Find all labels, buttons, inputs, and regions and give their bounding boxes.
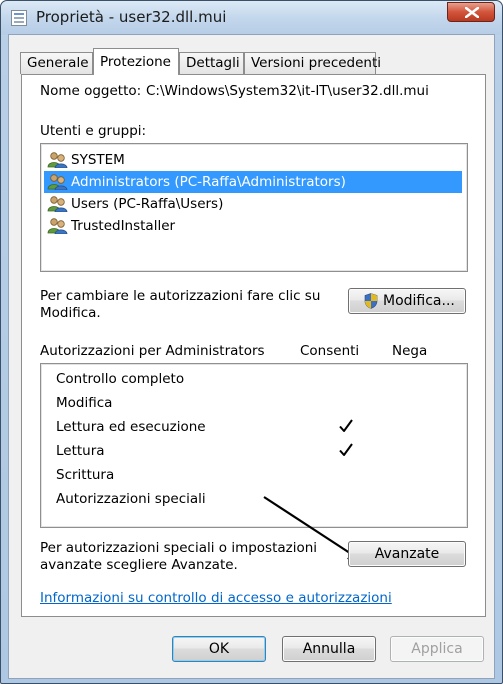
- permission-row-read-execute: Lettura ed esecuzione: [56, 415, 366, 439]
- tab-dettagli[interactable]: Dettagli: [179, 52, 244, 74]
- permission-name: Controllo completo: [56, 371, 185, 387]
- permissions-list[interactable]: Controllo completo Modifica Lettura ed e…: [40, 363, 468, 528]
- close-icon: [465, 7, 479, 18]
- title-bar[interactable]: Proprietà - user32.dll.mui: [1, 1, 502, 35]
- cancel-button[interactable]: Annulla: [282, 636, 376, 662]
- users-listbox[interactable]: SYSTEM Administrators (PC-Raffa\Administ…: [40, 143, 468, 272]
- users-group-icon: [47, 218, 68, 234]
- object-name-value: C:\Windows\System32\it-IT\user32.dll.mui: [146, 83, 429, 99]
- ok-button[interactable]: OK: [172, 636, 266, 662]
- permission-row-write: Scrittura: [56, 463, 114, 487]
- permissions-for-label: Autorizzazioni per Administrators: [40, 343, 265, 359]
- user-item-trustedinstaller[interactable]: TrustedInstaller: [44, 215, 462, 237]
- user-item-users[interactable]: Users (PC-Raffa\Users): [44, 193, 462, 215]
- advanced-button[interactable]: Avanzate: [348, 541, 466, 567]
- apply-button[interactable]: Applica: [390, 636, 484, 662]
- change-permissions-text: Per cambiare le autorizzazioni fare clic…: [40, 288, 321, 321]
- uac-shield-icon: [364, 293, 378, 309]
- users-group-icon: [47, 174, 68, 190]
- permission-row-special: Autorizzazioni speciali: [56, 487, 206, 511]
- permission-name: Lettura ed esecuzione: [56, 419, 206, 435]
- permission-row-full-control: Controllo completo: [56, 367, 184, 391]
- permission-name: Lettura: [56, 443, 105, 459]
- user-name: Users (PC-Raffa\Users): [71, 196, 224, 212]
- permission-row-modify: Modifica: [56, 391, 112, 415]
- users-groups-label: Utenti e gruppi:: [40, 123, 147, 139]
- user-name: TrustedInstaller: [71, 218, 176, 234]
- tab-panel-protezione: Nome oggetto: C:\Windows\System32\it-IT\…: [21, 74, 486, 617]
- permission-row-read: Lettura: [56, 439, 366, 463]
- properties-window: Proprietà - user32.dll.mui Generale Prot…: [0, 0, 503, 684]
- permission-name: Scrittura: [56, 467, 115, 483]
- permission-name: Modifica: [56, 395, 113, 411]
- users-group-icon: [47, 196, 68, 212]
- user-item-administrators[interactable]: Administrators (PC-Raffa\Administrators): [44, 171, 462, 193]
- user-name: Administrators (PC-Raffa\Administrators): [71, 174, 346, 190]
- access-control-help-link[interactable]: Informazioni su controllo di accesso e a…: [40, 590, 392, 606]
- tab-versioni-precedenti[interactable]: Versioni precedenti: [244, 52, 381, 74]
- deny-column-header: Nega: [392, 343, 428, 359]
- user-item-system[interactable]: SYSTEM: [44, 149, 462, 171]
- tab-protezione[interactable]: Protezione: [93, 48, 179, 75]
- close-button[interactable]: [447, 2, 495, 22]
- modify-button[interactable]: Modifica...: [348, 288, 466, 314]
- dialog-client: Generale Protezione Dettagli Versioni pr…: [8, 34, 495, 679]
- permission-name: Autorizzazioni speciali: [56, 491, 206, 507]
- file-icon: [11, 10, 27, 26]
- window-title: Proprietà - user32.dll.mui: [36, 8, 227, 26]
- modify-button-label: Modifica...: [383, 293, 455, 309]
- object-name-label: Nome oggetto:: [40, 83, 142, 99]
- users-group-icon: [47, 152, 68, 168]
- user-name: SYSTEM: [71, 152, 125, 168]
- allow-column-header: Consenti: [300, 343, 360, 359]
- advanced-text: Per autorizzazioni speciali o impostazio…: [40, 540, 318, 573]
- tab-generale[interactable]: Generale: [20, 52, 93, 74]
- allow-check-icon: [339, 443, 353, 456]
- allow-check-icon: [339, 419, 353, 432]
